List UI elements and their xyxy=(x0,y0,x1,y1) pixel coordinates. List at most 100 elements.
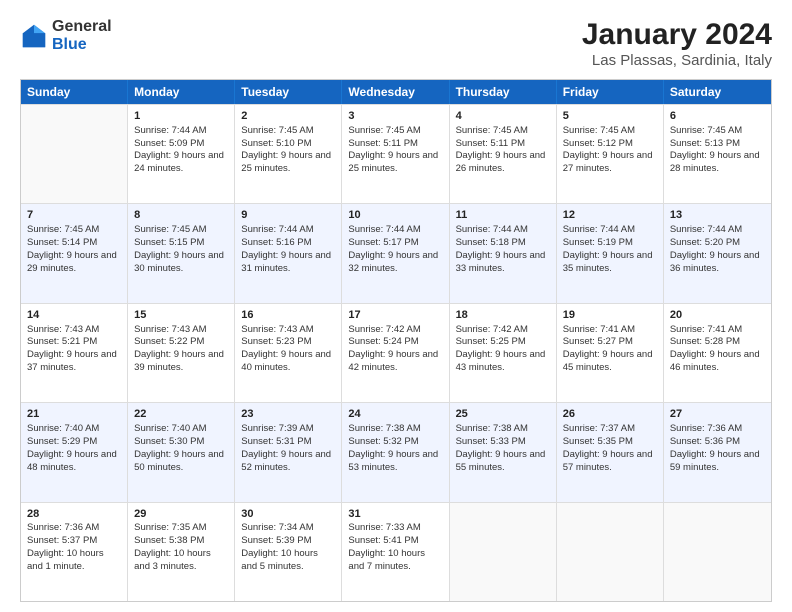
sunrise-text: Sunrise: 7:41 AM xyxy=(563,324,657,337)
sunset-text: Sunset: 5:10 PM xyxy=(241,138,335,151)
sunset-text: Sunset: 5:12 PM xyxy=(563,138,657,151)
daylight-text: Daylight: 9 hours and 30 minutes. xyxy=(134,250,228,276)
sunrise-text: Sunrise: 7:37 AM xyxy=(563,423,657,436)
sunset-text: Sunset: 5:36 PM xyxy=(670,436,765,449)
day-number: 27 xyxy=(670,407,765,422)
daylight-text: Daylight: 9 hours and 50 minutes. xyxy=(134,449,228,475)
day-number: 5 xyxy=(563,109,657,124)
calendar-cell-w3-d2: 15Sunrise: 7:43 AMSunset: 5:22 PMDayligh… xyxy=(128,304,235,402)
sunrise-text: Sunrise: 7:43 AM xyxy=(134,324,228,337)
calendar-cell-w4-d1: 21Sunrise: 7:40 AMSunset: 5:29 PMDayligh… xyxy=(21,403,128,501)
calendar-week-4: 21Sunrise: 7:40 AMSunset: 5:29 PM Dayligh… xyxy=(21,402,771,501)
calendar-cell-w4-d7: 27Sunrise: 7:36 AMSunset: 5:36 PMDayligh… xyxy=(664,403,771,501)
sunrise-text: Sunrise: 7:41 AM xyxy=(670,324,765,337)
logo-text: General Blue xyxy=(52,18,112,53)
calendar-cell-w1-d5: 4Sunrise: 7:45 AMSunset: 5:11 PMDaylight… xyxy=(450,105,557,203)
day-number: 12 xyxy=(563,208,657,223)
daylight-text: Daylight: 9 hours and 39 minutes. xyxy=(134,349,228,375)
calendar-cell-w1-d4: 3Sunrise: 7:45 AMSunset: 5:11 PMDaylight… xyxy=(342,105,449,203)
calendar-cell-w5-d5 xyxy=(450,503,557,601)
daylight-text: Daylight: 9 hours and 25 minutes. xyxy=(241,150,335,176)
daylight-text: Daylight: 9 hours and 36 minutes. xyxy=(670,250,765,276)
calendar-cell-w4-d4: 24Sunrise: 7:38 AMSunset: 5:32 PMDayligh… xyxy=(342,403,449,501)
header-saturday: Saturday xyxy=(664,80,771,104)
day-number: 1 xyxy=(134,109,228,124)
sunset-text: Sunset: 5:19 PM xyxy=(563,237,657,250)
sunset-text: Sunset: 5:32 PM xyxy=(348,436,442,449)
sunrise-text: Sunrise: 7:45 AM xyxy=(670,125,765,138)
day-number: 15 xyxy=(134,308,228,323)
calendar-cell-w1-d7: 6Sunrise: 7:45 AMSunset: 5:13 PMDaylight… xyxy=(664,105,771,203)
sunset-text: Sunset: 5:22 PM xyxy=(134,336,228,349)
daylight-text: Daylight: 9 hours and 40 minutes. xyxy=(241,349,335,375)
calendar-cell-w5-d2: 29Sunrise: 7:35 AMSunset: 5:38 PMDayligh… xyxy=(128,503,235,601)
sunrise-text: Sunrise: 7:36 AM xyxy=(27,522,121,535)
sunset-text: Sunset: 5:38 PM xyxy=(134,535,228,548)
day-number: 24 xyxy=(348,407,442,422)
sunset-text: Sunset: 5:41 PM xyxy=(348,535,442,548)
day-number: 3 xyxy=(348,109,442,124)
calendar-cell-w1-d6: 5Sunrise: 7:45 AMSunset: 5:12 PMDaylight… xyxy=(557,105,664,203)
sunrise-text: Sunrise: 7:44 AM xyxy=(241,224,335,237)
calendar-week-5: 28Sunrise: 7:36 AMSunset: 5:37 PMDayligh… xyxy=(21,502,771,601)
daylight-text: Daylight: 9 hours and 57 minutes. xyxy=(563,449,657,475)
day-number: 14 xyxy=(27,308,121,323)
sunset-text: Sunset: 5:24 PM xyxy=(348,336,442,349)
day-number: 4 xyxy=(456,109,550,124)
daylight-text: Daylight: 9 hours and 35 minutes. xyxy=(563,250,657,276)
calendar-cell-w3-d6: 19Sunrise: 7:41 AMSunset: 5:27 PMDayligh… xyxy=(557,304,664,402)
sunset-text: Sunset: 5:14 PM xyxy=(27,237,121,250)
sunset-text: Sunset: 5:21 PM xyxy=(27,336,121,349)
sunrise-text: Sunrise: 7:40 AM xyxy=(27,423,121,436)
daylight-text: Daylight: 9 hours and 43 minutes. xyxy=(456,349,550,375)
sunrise-text: Sunrise: 7:42 AM xyxy=(456,324,550,337)
sunrise-text: Sunrise: 7:44 AM xyxy=(456,224,550,237)
day-number: 19 xyxy=(563,308,657,323)
calendar-cell-w2-d4: 10Sunrise: 7:44 AMSunset: 5:17 PMDayligh… xyxy=(342,204,449,302)
header-wednesday: Wednesday xyxy=(342,80,449,104)
calendar-title: January 2024 xyxy=(582,18,772,52)
calendar-cell-w2-d3: 9Sunrise: 7:44 AMSunset: 5:16 PMDaylight… xyxy=(235,204,342,302)
daylight-text: Daylight: 9 hours and 24 minutes. xyxy=(134,150,228,176)
daylight-text: Daylight: 9 hours and 28 minutes. xyxy=(670,150,765,176)
sunset-text: Sunset: 5:29 PM xyxy=(27,436,121,449)
calendar-cell-w2-d5: 11Sunrise: 7:44 AMSunset: 5:18 PMDayligh… xyxy=(450,204,557,302)
header-thursday: Thursday xyxy=(450,80,557,104)
calendar-cell-w3-d4: 17Sunrise: 7:42 AMSunset: 5:24 PMDayligh… xyxy=(342,304,449,402)
day-number: 2 xyxy=(241,109,335,124)
day-number: 23 xyxy=(241,407,335,422)
sunset-text: Sunset: 5:25 PM xyxy=(456,336,550,349)
day-number: 29 xyxy=(134,507,228,522)
daylight-text: Daylight: 9 hours and 25 minutes. xyxy=(348,150,442,176)
logo-general-text: General xyxy=(52,18,112,36)
day-number: 21 xyxy=(27,407,121,422)
calendar-header: Sunday Monday Tuesday Wednesday Thursday… xyxy=(21,80,771,104)
sunset-text: Sunset: 5:27 PM xyxy=(563,336,657,349)
sunset-text: Sunset: 5:31 PM xyxy=(241,436,335,449)
sunset-text: Sunset: 5:33 PM xyxy=(456,436,550,449)
sunset-text: Sunset: 5:18 PM xyxy=(456,237,550,250)
calendar-week-1: 1Sunrise: 7:44 AMSunset: 5:09 PMDaylight… xyxy=(21,104,771,203)
sunrise-text: Sunrise: 7:34 AM xyxy=(241,522,335,535)
sunrise-text: Sunrise: 7:44 AM xyxy=(670,224,765,237)
day-number: 31 xyxy=(348,507,442,522)
sunrise-text: Sunrise: 7:39 AM xyxy=(241,423,335,436)
daylight-text: Daylight: 9 hours and 26 minutes. xyxy=(456,150,550,176)
daylight-text: Daylight: 9 hours and 59 minutes. xyxy=(670,449,765,475)
sunrise-text: Sunrise: 7:45 AM xyxy=(241,125,335,138)
header-friday: Friday xyxy=(557,80,664,104)
day-number: 25 xyxy=(456,407,550,422)
daylight-text: Daylight: 9 hours and 42 minutes. xyxy=(348,349,442,375)
calendar-cell-w5-d7 xyxy=(664,503,771,601)
day-number: 28 xyxy=(27,507,121,522)
calendar-cell-w2-d1: 7Sunrise: 7:45 AMSunset: 5:14 PMDaylight… xyxy=(21,204,128,302)
daylight-text: Daylight: 9 hours and 37 minutes. xyxy=(27,349,121,375)
sunrise-text: Sunrise: 7:33 AM xyxy=(348,522,442,535)
daylight-text: Daylight: 9 hours and 32 minutes. xyxy=(348,250,442,276)
logo-blue-text: Blue xyxy=(52,36,112,54)
calendar-cell-w4-d3: 23Sunrise: 7:39 AMSunset: 5:31 PMDayligh… xyxy=(235,403,342,501)
calendar-cell-w3-d3: 16Sunrise: 7:43 AMSunset: 5:23 PMDayligh… xyxy=(235,304,342,402)
calendar-cell-w1-d3: 2Sunrise: 7:45 AMSunset: 5:10 PMDaylight… xyxy=(235,105,342,203)
day-number: 10 xyxy=(348,208,442,223)
sunset-text: Sunset: 5:23 PM xyxy=(241,336,335,349)
